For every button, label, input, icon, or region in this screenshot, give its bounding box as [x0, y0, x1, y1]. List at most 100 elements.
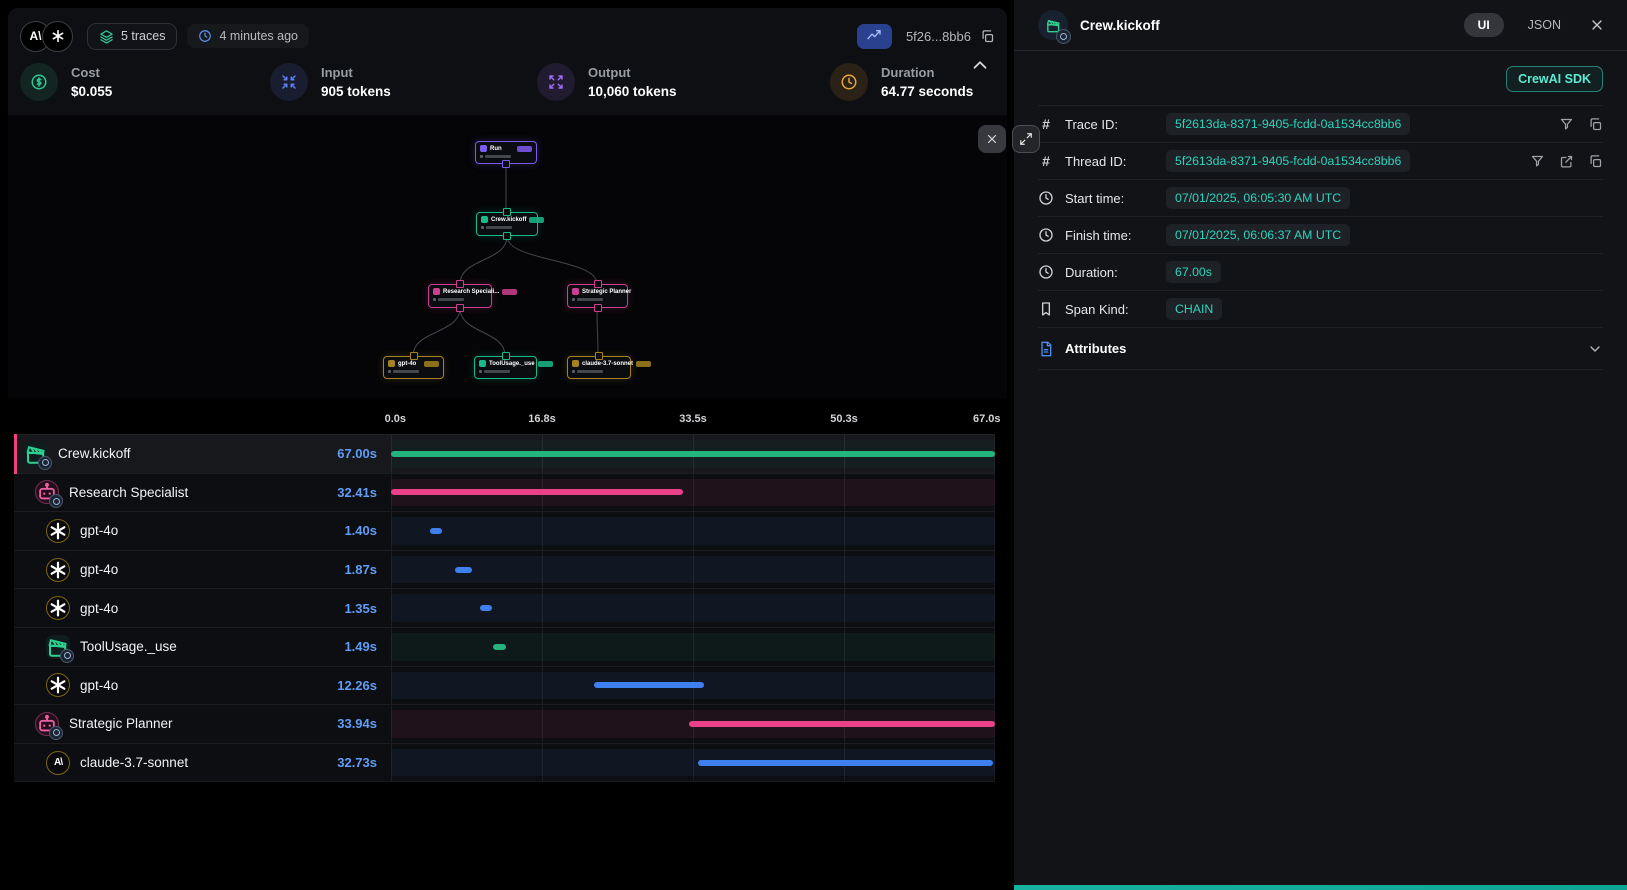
graph-node-label: Strategic Planner [582, 289, 631, 295]
waterfall-row[interactable]: Crew.kickoff67.00s [14, 435, 995, 474]
subtitle-bar [577, 298, 603, 301]
span-name: ToolUsage._use [80, 639, 177, 654]
waterfall-row[interactable]: gpt-4o1.40s [14, 512, 995, 551]
node-type-icon [479, 360, 486, 367]
metric-label: Output [588, 65, 677, 80]
panel-close-icon[interactable] [1589, 17, 1605, 33]
filter-icon[interactable] [1530, 154, 1545, 169]
filter-icon[interactable] [1559, 117, 1574, 132]
timeline-track [391, 667, 995, 705]
graph-fullscreen-button[interactable] [1012, 125, 1040, 153]
span-bar [430, 528, 443, 534]
span-duration: 12.26s [337, 678, 391, 693]
agentops-mini-badge-icon [38, 456, 52, 470]
agentops-mini-badge-icon [1056, 29, 1071, 44]
span-bar [689, 721, 995, 727]
graph-node-subtitle [480, 155, 532, 158]
node-port-top [410, 352, 418, 360]
axis-tick-label: 33.5s [679, 413, 707, 425]
panel-body: CrewAI SDK #Trace ID:5f2613da-8371-9405-… [1014, 51, 1627, 370]
span-bar [480, 605, 492, 611]
attributes-label: Attributes [1065, 341, 1126, 356]
metric-output: Output10,060 tokens [537, 63, 830, 101]
time-ago-label: 4 minutes ago [219, 29, 298, 43]
field-value: 5f2613da-8371-9405-fcdd-0a1534cc8bb6 [1166, 113, 1410, 135]
openai-model-icon [46, 596, 70, 620]
waterfall-row[interactable]: A\claude-3.7-sonnet32.73s [14, 744, 995, 783]
graph-close-button[interactable] [978, 125, 1006, 153]
crewai-icon [24, 442, 48, 466]
traces-count-badge[interactable]: 5 traces [87, 23, 177, 50]
openai-model-icon [46, 558, 70, 582]
metric-cost: Cost$0.055 [20, 63, 270, 101]
metric-text: Input905 tokens [321, 65, 391, 99]
waterfall-row[interactable]: ToolUsage._use1.49s [14, 628, 995, 667]
collapse-metrics-chevron-up-icon[interactable] [969, 54, 991, 76]
copy-icon[interactable] [1588, 154, 1603, 169]
panel-field-row: Duration:67.00s [1038, 254, 1603, 291]
waterfall-row[interactable]: gpt-4o1.87s [14, 551, 995, 590]
graph-node-subtitle [572, 298, 623, 301]
openai-logo-icon [42, 21, 73, 52]
trace-activity-button[interactable] [857, 24, 892, 49]
track-tint [391, 517, 995, 545]
waterfall-row[interactable]: gpt-4o12.26s [14, 667, 995, 706]
span-duration: 1.87s [344, 562, 391, 577]
clock-icon [840, 73, 858, 91]
clock-icon [1038, 264, 1054, 280]
node-port-bottom [594, 304, 602, 312]
node-port-top [503, 208, 511, 216]
waterfall-section: 0.0s16.8s33.5s50.3s67.0s Crew.kickoff67.… [8, 407, 1007, 782]
panel-fields: #Trace ID:5f2613da-8371-9405-fcdd-0a1534… [1038, 105, 1603, 328]
field-actions [1559, 117, 1603, 132]
timeline-track [391, 589, 995, 627]
sdk-badge-row: CrewAI SDK [1038, 51, 1603, 105]
subtitle-dot [481, 226, 484, 229]
graph-node-label: Crew.kickoff [491, 217, 526, 223]
span-name: Crew.kickoff [58, 446, 131, 461]
external-link-icon[interactable] [1559, 154, 1574, 169]
subtitle-bar [393, 370, 419, 373]
field-label: Start time: [1065, 191, 1155, 206]
agent-robot-icon [35, 480, 59, 504]
agentops-mini-badge-icon [49, 494, 63, 508]
layers-icon [99, 29, 114, 44]
metric-value: 64.77 seconds [881, 84, 973, 99]
tab-ui[interactable]: UI [1464, 13, 1504, 37]
waterfall-row[interactable]: Strategic Planner33.94s [14, 705, 995, 744]
span-bar [698, 760, 993, 766]
close-icon [985, 132, 999, 146]
expand-diagonal-icon [1019, 132, 1033, 146]
span-bar [493, 644, 506, 650]
subtitle-dot [479, 370, 482, 373]
graph-node-subtitle [479, 370, 532, 373]
dollar-circle-icon [20, 63, 58, 101]
row-label-column: Crew.kickoff67.00s [14, 442, 391, 466]
graph-controls [978, 125, 1040, 153]
copy-icon[interactable] [1588, 117, 1603, 132]
metric-text: Cost$0.055 [71, 65, 112, 99]
anthropic-glyph: A\ [54, 757, 62, 768]
graph-node-header: Crew.kickoff [481, 216, 533, 223]
node-port-top [456, 280, 464, 288]
metric-label: Cost [71, 65, 112, 80]
subtitle-dot [572, 370, 575, 373]
tab-json[interactable]: JSON [1522, 17, 1567, 33]
waterfall-row[interactable]: Research Specialist32.41s [14, 474, 995, 513]
field-value: CHAIN [1166, 298, 1222, 320]
provider-avatars: A\ [20, 21, 73, 52]
waterfall-row[interactable]: gpt-4o1.35s [14, 589, 995, 628]
hash-icon: # [1038, 116, 1054, 132]
node-port-top [595, 352, 603, 360]
graph-node-subtitle [433, 298, 487, 301]
row-label-column: gpt-4o1.40s [14, 519, 391, 543]
span-duration: 1.35s [344, 601, 391, 616]
span-name: gpt-4o [80, 523, 118, 538]
attributes-section-toggle[interactable]: Attributes [1038, 328, 1603, 370]
trace-summary-panel: A\ 5 traces 4 minutes ago 5f26...8bb6 Co… [8, 8, 1007, 115]
copy-trace-id-icon[interactable] [980, 29, 995, 44]
bookmark-icon [1038, 301, 1054, 317]
span-name: Strategic Planner [69, 716, 173, 731]
compress-circle-icon [270, 63, 308, 101]
anthropic-model-icon: A\ [46, 751, 70, 775]
